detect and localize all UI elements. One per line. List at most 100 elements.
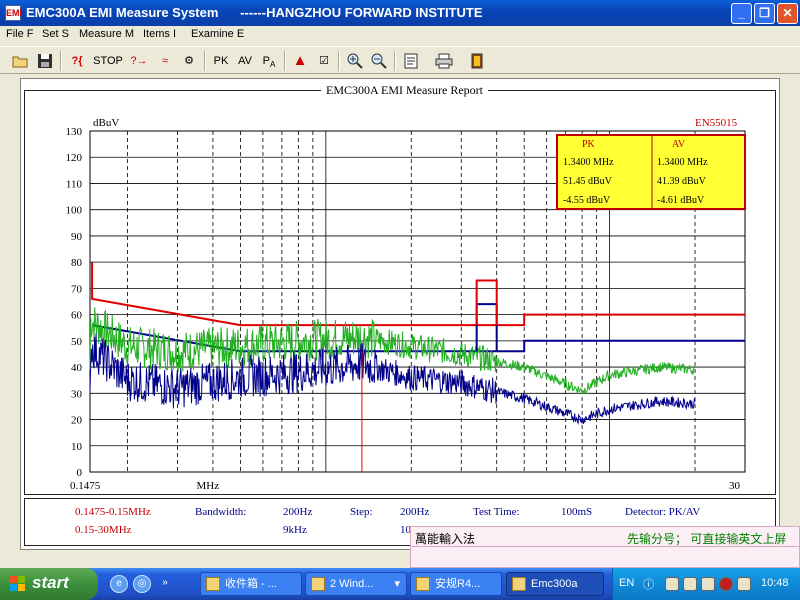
pa-label: P [262,55,270,67]
help-icon[interactable]: ?{ [66,51,88,71]
marker-av-value: 41.39 dBuV [657,176,707,187]
av-button[interactable]: AV [234,51,256,71]
app-window: EMI EMC300A EMI Measure System ------HAN… [0,0,800,568]
toolbar-separator [284,51,286,71]
report-title: EMC300A EMI Measure Report [321,83,488,98]
help-circle-icon[interactable]: ⓘ [643,576,654,592]
task-inbox[interactable]: 收件箱 - ... [200,572,302,596]
mail-icon [206,577,220,591]
clock: 10:48 [761,577,789,589]
title-bar: EMI EMC300A EMI Measure System ------HAN… [0,0,800,26]
marker-pk-header: PK [582,139,596,150]
marker-av-value: 1.3400 MHz [657,157,708,168]
zoom-in-icon[interactable] [344,51,366,71]
task-safety[interactable]: 安规R4... [410,572,502,596]
pulse-icon[interactable]: ≈ [154,51,176,71]
media-icon[interactable]: ◎ [133,575,151,593]
pa-sub: A [270,60,276,70]
y-axis-unit: dBuV [93,117,119,129]
language-indicator[interactable]: EN [619,577,634,589]
volume-icon[interactable] [737,577,751,591]
pk-button[interactable]: PK [210,51,232,71]
document-icon [416,577,430,591]
y-tick-label: 110 [66,178,83,190]
task-windows[interactable]: 2 Wind... ▾ [305,572,407,596]
settings-icon[interactable]: ⚙ [178,51,200,71]
bandwidth2-value: 9kHz [283,524,307,536]
task-emc300a-label: Emc300a [531,578,578,590]
task-windows-label: 2 Wind... [330,578,374,590]
menu-set[interactable]: Set S [42,28,69,40]
marker-pk-value: 1.3400 MHz [563,157,614,168]
y-tick-label: 10 [71,441,83,453]
app-icon [512,577,526,591]
range2-label: 0.15-30MHz [75,524,132,536]
ime-hint: 先输分号； 可直接输英文上屏 [627,532,787,546]
toolbar-separator [338,51,340,71]
print-icon[interactable] [432,51,456,71]
toolbar: ?{ STOP ?→ ≈ ⚙ PK AV PA ▲ ☑ [0,46,800,74]
detector-label: Detector: PK/AV [625,506,701,518]
document-icon[interactable] [400,51,422,71]
transfer-icon[interactable]: ?→ [128,51,150,71]
close-button[interactable]: ✕ [777,3,798,24]
windows-flag-icon [10,576,25,591]
toolbar-separator [60,51,62,71]
task-safety-label: 安规R4... [435,578,481,590]
window-title: EMC300A EMI Measure System ------HANGZHO… [26,5,483,20]
zoom-out-icon[interactable] [368,51,390,71]
pa-button[interactable]: PA [258,51,280,71]
up-arrow-icon[interactable]: ▲ [290,51,310,71]
y-tick-label: 20 [71,415,83,427]
step1-value: 200Hz [400,506,430,518]
ime-bar[interactable]: 萬能輸入法 先输分号； 可直接输英文上屏 [410,526,800,568]
range1-label: 0.1475-0.15MHz [75,506,151,518]
antivirus-icon[interactable] [719,577,733,591]
emi-chart: 1301201101009080706050403020100dBuV EN550… [66,117,746,492]
menu-file[interactable]: File F [6,28,34,40]
chevron-down-icon: ▾ [394,578,400,590]
more-icon[interactable]: » [156,575,174,593]
check-icon[interactable]: ☑ [314,51,334,71]
system-tray: EN ⓘ 10:48 [612,568,800,600]
test-time-value: 100mS [561,506,593,518]
bandwidth-label: Bandwidth: [195,506,247,518]
y-tick-label: 40 [71,362,83,374]
bandwidth1-value: 200Hz [283,506,313,518]
ie-icon[interactable]: e [110,575,128,593]
minimize-button[interactable]: _ [731,3,752,24]
save-icon[interactable] [35,51,55,71]
start-label: start [32,573,69,592]
maximize-button[interactable]: ❐ [754,3,775,24]
network-icon[interactable] [683,577,697,591]
menu-measure[interactable]: Measure M [79,28,134,40]
y-tick-label: 130 [66,126,83,138]
task-emc300a[interactable]: Emc300a [506,572,604,596]
open-icon[interactable] [10,51,30,71]
y-tick-label: 30 [71,388,83,400]
stop-button[interactable]: STOP [92,51,124,71]
marker-pk-value: 51.45 dBuV [563,176,613,187]
y-tick-label: 60 [71,310,83,322]
marker-pk-value: -4.55 dBuV [563,195,611,206]
x-end-label: 30 [729,480,741,492]
task-inbox-label: 收件箱 - ... [225,578,277,590]
menu-examine[interactable]: Examine E [191,28,244,40]
ime-divider [411,546,799,547]
marker-av-value: -4.61 dBuV [657,195,705,206]
exit-icon[interactable] [466,51,488,71]
printer-tray-icon[interactable] [701,577,715,591]
test-time-label: Test Time: [473,506,520,518]
toolbar-separator [394,51,396,71]
y-tick-label: 50 [71,336,83,348]
app-icon: EMI [5,5,22,21]
report-panel: 130 120 110 100 90 80 70 60 50 40 30 20 10 0 dBuV EN550… [20,78,780,550]
menu-items[interactable]: Items I [143,28,176,40]
start-button[interactable]: start [0,568,98,600]
toolbar-separator [204,51,206,71]
y-tick-label: 70 [71,283,83,295]
y-tick-label: 100 [66,205,83,217]
ime-name: 萬能輸入法 [415,532,476,546]
taskbar: start e ◎ » 收件箱 - ... 2 Wind... ▾ 安规R4...… [0,568,800,600]
mail-tray-icon[interactable] [665,577,679,591]
